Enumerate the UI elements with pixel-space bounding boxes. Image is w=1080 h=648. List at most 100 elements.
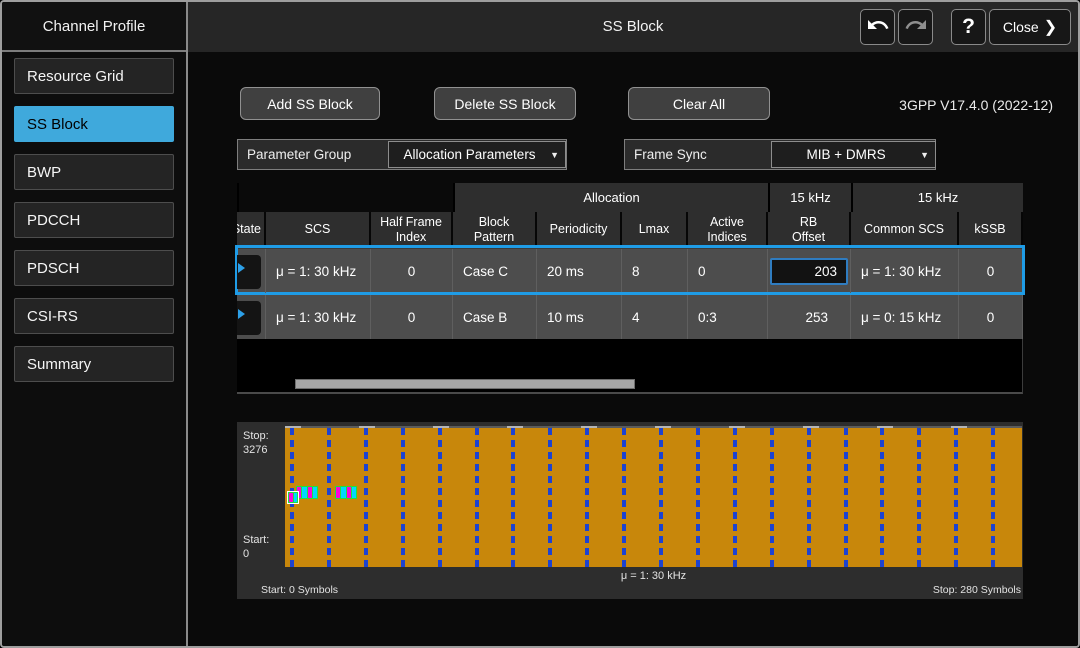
redo-button[interactable] — [898, 9, 933, 45]
sidebar-item-csi-rs[interactable]: CSI-RS — [14, 298, 174, 334]
sidebar-item-ss-block[interactable]: SS Block — [14, 106, 174, 142]
x-axis-stop-label: Stop: 280 Symbols — [933, 584, 1021, 596]
help-button[interactable]: ? — [951, 9, 986, 45]
top-bar: SS Block ? Close❯ — [188, 2, 1078, 52]
slot-boundary-line — [585, 428, 589, 567]
scs-cell[interactable]: μ = 1: 30 kHz — [266, 295, 371, 339]
ssb-burst-block[interactable] — [335, 486, 357, 499]
state-dropdown[interactable] — [237, 301, 261, 335]
clear-all-button[interactable]: Clear All — [628, 87, 770, 120]
sidebar: Channel Profile Resource Grid SS Block B… — [2, 2, 188, 646]
ss-block-table: Allocation 15 kHz 15 kHz State SCS Half … — [237, 183, 1023, 339]
table-row[interactable]: μ = 1: 30 kHz 0 Case B 10 ms 4 0:3 253 μ… — [237, 293, 1023, 339]
periodicity-cell[interactable]: 20 ms — [537, 249, 622, 293]
slot-boundary-line — [917, 428, 921, 567]
delete-ss-block-button[interactable]: Delete SS Block — [434, 87, 576, 120]
sidebar-item-summary[interactable]: Summary — [14, 346, 174, 382]
slot-boundary-line — [438, 428, 442, 567]
sidebar-item-bwp[interactable]: BWP — [14, 154, 174, 190]
slot-boundary-line — [880, 428, 884, 567]
col-header-periodicity: Periodicity — [537, 212, 622, 247]
col-header-state: State — [237, 212, 266, 247]
parameter-group-dropdown[interactable]: Allocation Parameters ▼ — [388, 141, 566, 168]
slot-boundary-line — [475, 428, 479, 567]
lmax-cell[interactable]: 4 — [622, 295, 688, 339]
col-header-rb-offset: RB Offset — [768, 212, 851, 247]
slot-boundary-line — [991, 428, 995, 567]
y-axis-stop-label: Stop:3276 — [243, 430, 269, 458]
sidebar-item-resource-grid[interactable]: Resource Grid — [14, 58, 174, 94]
add-ss-block-button[interactable]: Add SS Block — [240, 87, 380, 120]
page-title: SS Block — [188, 18, 1078, 35]
slot-boundary-line — [364, 428, 368, 567]
slot-boundary-line — [954, 428, 958, 567]
kssb-cell[interactable]: 0 — [959, 295, 1023, 339]
ssb-selected-block[interactable] — [287, 491, 299, 504]
ssb-burst-block[interactable] — [296, 486, 318, 499]
periodicity-cell[interactable]: 10 ms — [537, 295, 622, 339]
common-scs-cell[interactable]: μ = 1: 30 kHz — [851, 249, 959, 293]
col-header-lmax: Lmax — [622, 212, 688, 247]
ssb-timeline-chart: Stop:3276 Start:0 μ = 1: 30 kHz Start: 0… — [237, 422, 1023, 599]
sidebar-item-list: Resource Grid SS Block BWP PDCCH PDSCH C… — [2, 52, 186, 382]
frame-sync-dropdown[interactable]: MIB + DMRS ▼ — [771, 141, 936, 168]
slot-boundary-line — [401, 428, 405, 567]
group-header-allocation: Allocation — [453, 183, 768, 212]
block-pattern-cell[interactable]: Case B — [453, 295, 537, 339]
rb-offset-input[interactable]: 203 — [770, 258, 848, 285]
horizontal-scrollbar-thumb[interactable] — [295, 379, 635, 389]
slot-boundary-line — [807, 428, 811, 567]
slot-boundary-line — [622, 428, 626, 567]
slot-boundary-line — [733, 428, 737, 567]
frame-sync-box: Frame Sync MIB + DMRS ▼ — [624, 139, 936, 170]
kssb-cell[interactable]: 0 — [959, 249, 1023, 293]
state-cell[interactable] — [237, 295, 266, 339]
app-window: Channel Profile Resource Grid SS Block B… — [0, 0, 1080, 648]
table-empty-area — [237, 339, 1023, 394]
group-header-rb-offset-unit: 15 kHz — [768, 183, 851, 212]
table-group-header-row: Allocation 15 kHz 15 kHz — [237, 183, 1023, 212]
lmax-cell[interactable]: 8 — [622, 249, 688, 293]
state-dropdown-icon — [238, 263, 245, 273]
table-header-row: State SCS Half Frame Index Block Pattern… — [237, 212, 1023, 247]
scs-cell[interactable]: μ = 1: 30 kHz — [266, 249, 371, 293]
resource-plot[interactable] — [285, 428, 1022, 567]
sidebar-title: Channel Profile — [2, 2, 186, 52]
3gpp-version-label: 3GPP V17.4.0 (2022-12) — [899, 97, 1053, 113]
active-indices-cell[interactable]: 0 — [688, 249, 768, 293]
col-header-half-frame-index: Half Frame Index — [371, 212, 453, 247]
parameter-group-label: Parameter Group — [238, 147, 351, 162]
rb-offset-cell[interactable]: 253 — [768, 295, 851, 339]
dropdown-arrow-icon: ▼ — [550, 150, 565, 160]
slot-boundary-line — [548, 428, 552, 567]
slot-boundary-line — [696, 428, 700, 567]
half-frame-index-cell[interactable]: 0 — [371, 249, 453, 293]
state-dropdown[interactable] — [237, 255, 261, 289]
chevron-right-icon: ❯ — [1044, 17, 1057, 37]
redo-icon — [904, 13, 928, 42]
frame-sync-label: Frame Sync — [625, 147, 707, 162]
x-axis-start-label: Start: 0 Symbols — [261, 584, 338, 596]
slot-boundary-line — [770, 428, 774, 567]
common-scs-cell[interactable]: μ = 0: 15 kHz — [851, 295, 959, 339]
slot-boundary-line — [511, 428, 515, 567]
sidebar-item-pdsch[interactable]: PDSCH — [14, 250, 174, 286]
numerology-label: μ = 1: 30 kHz — [285, 570, 1022, 582]
undo-button[interactable] — [860, 9, 895, 45]
col-header-block-pattern: Block Pattern — [453, 212, 537, 247]
block-pattern-cell[interactable]: Case C — [453, 249, 537, 293]
main-panel: Add SS Block Delete SS Block Clear All 3… — [188, 52, 1078, 646]
slot-boundary-line — [659, 428, 663, 567]
col-header-scs: SCS — [266, 212, 371, 247]
table-row[interactable]: μ = 1: 30 kHz 0 Case C 20 ms 8 0 203 μ =… — [237, 247, 1023, 293]
state-dropdown-icon — [238, 309, 245, 319]
state-cell[interactable] — [237, 249, 266, 293]
col-header-active-indices: Active Indices — [688, 212, 768, 247]
active-indices-cell[interactable]: 0:3 — [688, 295, 768, 339]
rb-offset-cell: 203 — [768, 249, 851, 293]
slot-boundary-line — [327, 428, 331, 567]
half-frame-index-cell[interactable]: 0 — [371, 295, 453, 339]
slot-boundary-line — [844, 428, 848, 567]
close-button[interactable]: Close❯ — [989, 9, 1071, 45]
sidebar-item-pdcch[interactable]: PDCCH — [14, 202, 174, 238]
